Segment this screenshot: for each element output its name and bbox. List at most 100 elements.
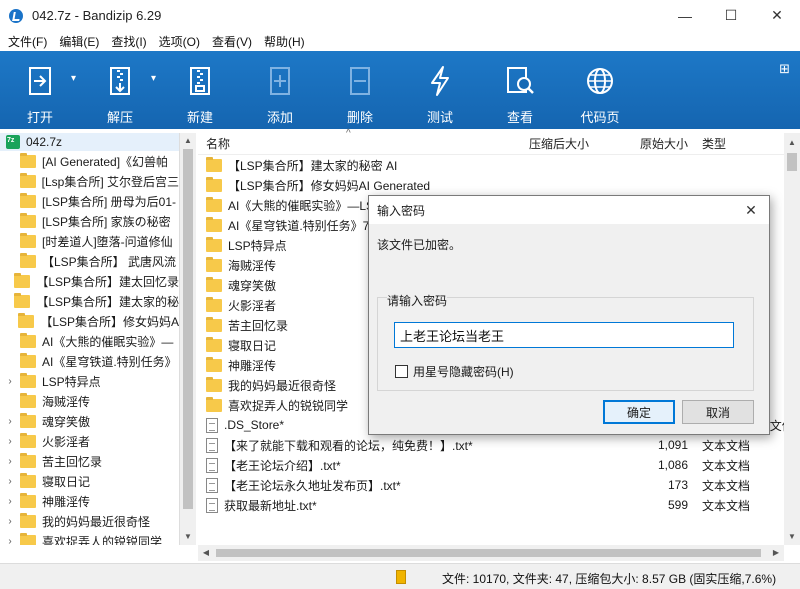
col-name[interactable]: 名称 — [206, 135, 230, 152]
add-button[interactable]: 添加 — [240, 51, 320, 129]
tree-root[interactable]: 042.7z — [0, 133, 179, 151]
row-name-cell: 获取最新地址.txt* — [206, 497, 317, 514]
expand-chevron-icon[interactable]: › — [0, 416, 20, 427]
menu-edit[interactable]: 编辑(E) — [53, 33, 105, 50]
list-scroll-up-icon[interactable]: ▲ — [784, 135, 800, 151]
expand-chevron-icon[interactable]: › — [0, 376, 20, 387]
grid-icon[interactable]: ⊞ — [779, 61, 790, 77]
table-row[interactable]: 【老王论坛介绍】.txt* 1,086 文本文档 — [198, 455, 784, 475]
tree-item-label: 神雕淫传 — [42, 494, 91, 509]
list-scrollbar[interactable]: ▲ ▼ — [784, 133, 800, 545]
maximize-button[interactable]: ☐ — [708, 0, 754, 31]
folder-icon — [20, 472, 36, 488]
new-archive-button[interactable]: 新建 — [160, 51, 240, 129]
tree-item[interactable]: AI《星穹铁道.特别任务》 — [0, 351, 179, 371]
col-type[interactable]: 类型 — [702, 135, 726, 152]
tree-item[interactable]: › 苦主回忆录 — [0, 451, 179, 471]
expand-chevron-icon[interactable]: › — [0, 496, 20, 507]
dialog-close-button[interactable]: ✕ — [733, 196, 769, 224]
title-bar: 042.7z - Bandizip 6.29 — ☐ ✕ — [0, 0, 800, 31]
tree-item[interactable]: › 魂穿笑傲 — [0, 411, 179, 431]
tree-item[interactable]: 【LSP集合所】 武唐风流 — [0, 251, 179, 271]
expand-chevron-icon[interactable]: › — [0, 476, 20, 487]
open-button[interactable]: 打开 ▾ — [0, 51, 80, 129]
tree-item[interactable]: [LSP集合所] 家族の秘密 — [0, 211, 179, 231]
table-row[interactable]: 【来了就能下载和观看的论坛，纯免费！】.txt* 1,091 文本文档 — [198, 435, 784, 455]
tree-scrollbar[interactable]: ▲ ▼ — [180, 133, 196, 545]
hide-password-option[interactable]: 用星号隐藏密码(H) — [395, 363, 514, 380]
row-name-cell: .DS_Store* — [206, 417, 285, 433]
ok-button[interactable]: 确定 — [603, 400, 675, 424]
codepage-button[interactable]: 代码页 — [560, 51, 640, 129]
scroll-right-icon[interactable]: ▶ — [768, 545, 784, 561]
col-compressed-size[interactable]: 压缩后大小 — [529, 135, 589, 152]
menu-file[interactable]: 文件(F) — [0, 33, 53, 50]
tree-item[interactable]: 【LSP集合所】建太回忆录 — [0, 271, 179, 291]
tree-item[interactable]: › LSP特异点 — [0, 371, 179, 391]
hide-password-checkbox[interactable] — [395, 365, 408, 378]
view-button[interactable]: 查看 — [480, 51, 560, 129]
tree-item[interactable]: [Lsp集合所] 艾尔登后宫三 — [0, 171, 179, 191]
tree-item[interactable]: 【LSP集合所】修女妈妈A — [0, 311, 179, 331]
open-dropdown-icon[interactable]: ▾ — [71, 73, 76, 84]
minimize-button[interactable]: — — [662, 0, 708, 31]
folder-icon — [14, 272, 31, 288]
list-hscrollbar[interactable]: ◀ ▶ — [198, 545, 784, 561]
list-scroll-thumb[interactable] — [787, 153, 797, 171]
dialog-message: 该文件已加密。 — [377, 238, 462, 252]
row-name: .DS_Store* — [224, 418, 285, 432]
col-original-size[interactable]: 原始大小 — [640, 135, 688, 152]
list-scroll-down-icon[interactable]: ▼ — [784, 529, 800, 545]
row-name-cell: 寝取日记 — [206, 336, 276, 354]
close-window-button[interactable]: ✕ — [754, 0, 800, 31]
row-name: 苦主回忆录 — [228, 318, 289, 333]
folder-icon — [20, 372, 36, 388]
delete-button[interactable]: 删除 — [320, 51, 400, 129]
tree-item[interactable]: › 神雕淫传 — [0, 491, 179, 511]
table-row[interactable]: 【LSP集合所】建太家的秘密 AI — [198, 155, 784, 175]
archive-icon — [6, 135, 20, 149]
tree-item[interactable]: 【LSP集合所】建太家的秘 — [0, 291, 179, 311]
extract-dropdown-icon[interactable]: ▾ — [151, 73, 156, 84]
codepage-icon — [582, 63, 618, 99]
cancel-button[interactable]: 取消 — [682, 400, 754, 424]
window-controls: — ☐ ✕ — [662, 0, 800, 31]
tree-item[interactable]: › 我的妈妈最近很奇怪 — [0, 511, 179, 531]
tree-item[interactable]: › 喜欢捉弄人的锐锐同学 — [0, 531, 179, 545]
test-button[interactable]: 测试 — [400, 51, 480, 129]
tree-item[interactable]: 海贼淫传 — [0, 391, 179, 411]
tree-item[interactable]: [时差道人]堕落-问道修仙 — [0, 231, 179, 251]
menu-options[interactable]: 选项(O) — [153, 33, 206, 50]
table-row[interactable]: 【老王论坛永久地址发布页】.txt* 173 文本文档 — [198, 475, 784, 495]
folder-icon — [206, 336, 222, 352]
expand-chevron-icon[interactable]: › — [0, 536, 20, 546]
expand-chevron-icon[interactable]: › — [0, 456, 20, 467]
scroll-up-icon[interactable]: ▲ — [180, 133, 196, 149]
menu-find[interactable]: 查找(I) — [105, 33, 152, 50]
tree-item[interactable]: AI《大熊的催眠实验》— — [0, 331, 179, 351]
expand-chevron-icon[interactable]: › — [0, 436, 20, 447]
tree-item[interactable]: [AI Generated]《幻兽帕 — [0, 151, 179, 171]
table-row[interactable]: 获取最新地址.txt* 599 文本文档 — [198, 495, 784, 515]
folder-icon — [19, 172, 36, 188]
extract-button[interactable]: 解压 ▾ — [80, 51, 160, 129]
row-original-size: 1,091 — [657, 438, 688, 452]
folder-icon — [206, 276, 222, 292]
table-row[interactable]: 【LSP集合所】修女妈妈AI Generated — [198, 175, 784, 195]
scroll-left-icon[interactable]: ◀ — [198, 545, 214, 561]
hscroll-thumb[interactable] — [216, 549, 761, 557]
menu-view[interactable]: 查看(V) — [206, 33, 258, 50]
dialog-title: 输入密码 — [377, 203, 426, 218]
expand-chevron-icon[interactable]: › — [0, 516, 20, 527]
row-name-cell: 【老王论坛永久地址发布页】.txt* — [206, 477, 401, 494]
menu-help[interactable]: 帮助(H) — [258, 33, 311, 50]
tree-item[interactable]: › 寝取日记 — [0, 471, 179, 491]
tree-item[interactable]: [LSP集合所] 册母为后01- — [0, 191, 179, 211]
tree-scroll-thumb[interactable] — [183, 149, 193, 509]
password-input[interactable] — [394, 322, 734, 348]
folder-icon — [20, 452, 36, 468]
scroll-down-icon[interactable]: ▼ — [180, 529, 196, 545]
tree-item[interactable]: › 火影淫者 — [0, 431, 179, 451]
tree-item-label: 我的妈妈最近很奇怪 — [42, 514, 151, 529]
row-name-cell: AI《大熊的催眠实验》—LS — [206, 196, 374, 214]
